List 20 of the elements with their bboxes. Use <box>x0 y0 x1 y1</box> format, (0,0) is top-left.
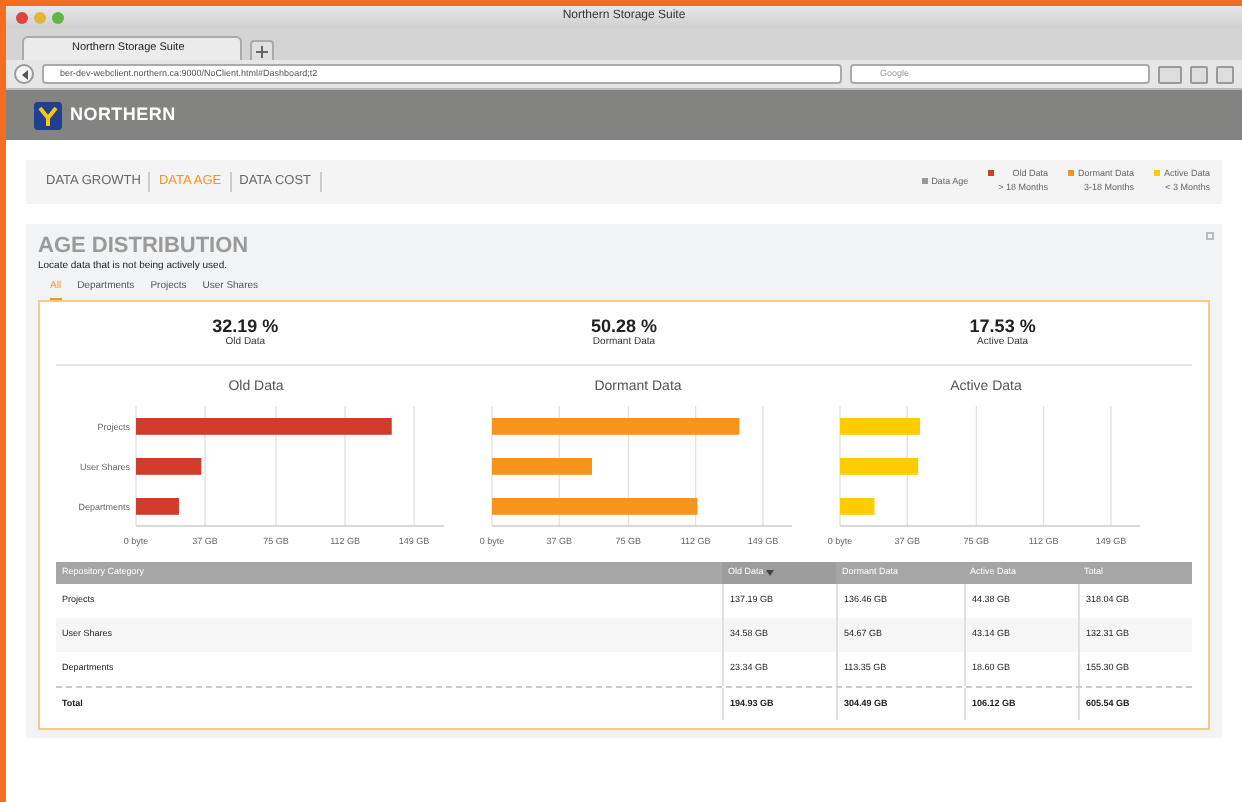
sort-icon <box>765 570 774 576</box>
stat-value: 17.53 % <box>969 318 1036 336</box>
minimize-icon[interactable] <box>34 11 46 23</box>
maximize-icon[interactable] <box>52 11 64 23</box>
bar <box>840 458 919 475</box>
bar <box>840 498 875 515</box>
bar <box>840 418 920 435</box>
back-arrow-icon <box>19 69 29 79</box>
bar <box>136 498 179 515</box>
back-button[interactable] <box>14 64 34 84</box>
stat-value: 32.19 % <box>212 318 279 336</box>
bar <box>136 458 202 475</box>
logo-icon <box>34 101 62 129</box>
logo-text: NORTHERN <box>70 101 176 128</box>
panel-title: AGE DISTRIBUTION <box>38 236 251 258</box>
new-tab-button[interactable] <box>250 40 274 60</box>
close-icon[interactable] <box>16 11 28 23</box>
stat-value: 50.28 % <box>590 318 657 336</box>
bar <box>492 458 592 475</box>
plus-icon <box>256 45 268 57</box>
